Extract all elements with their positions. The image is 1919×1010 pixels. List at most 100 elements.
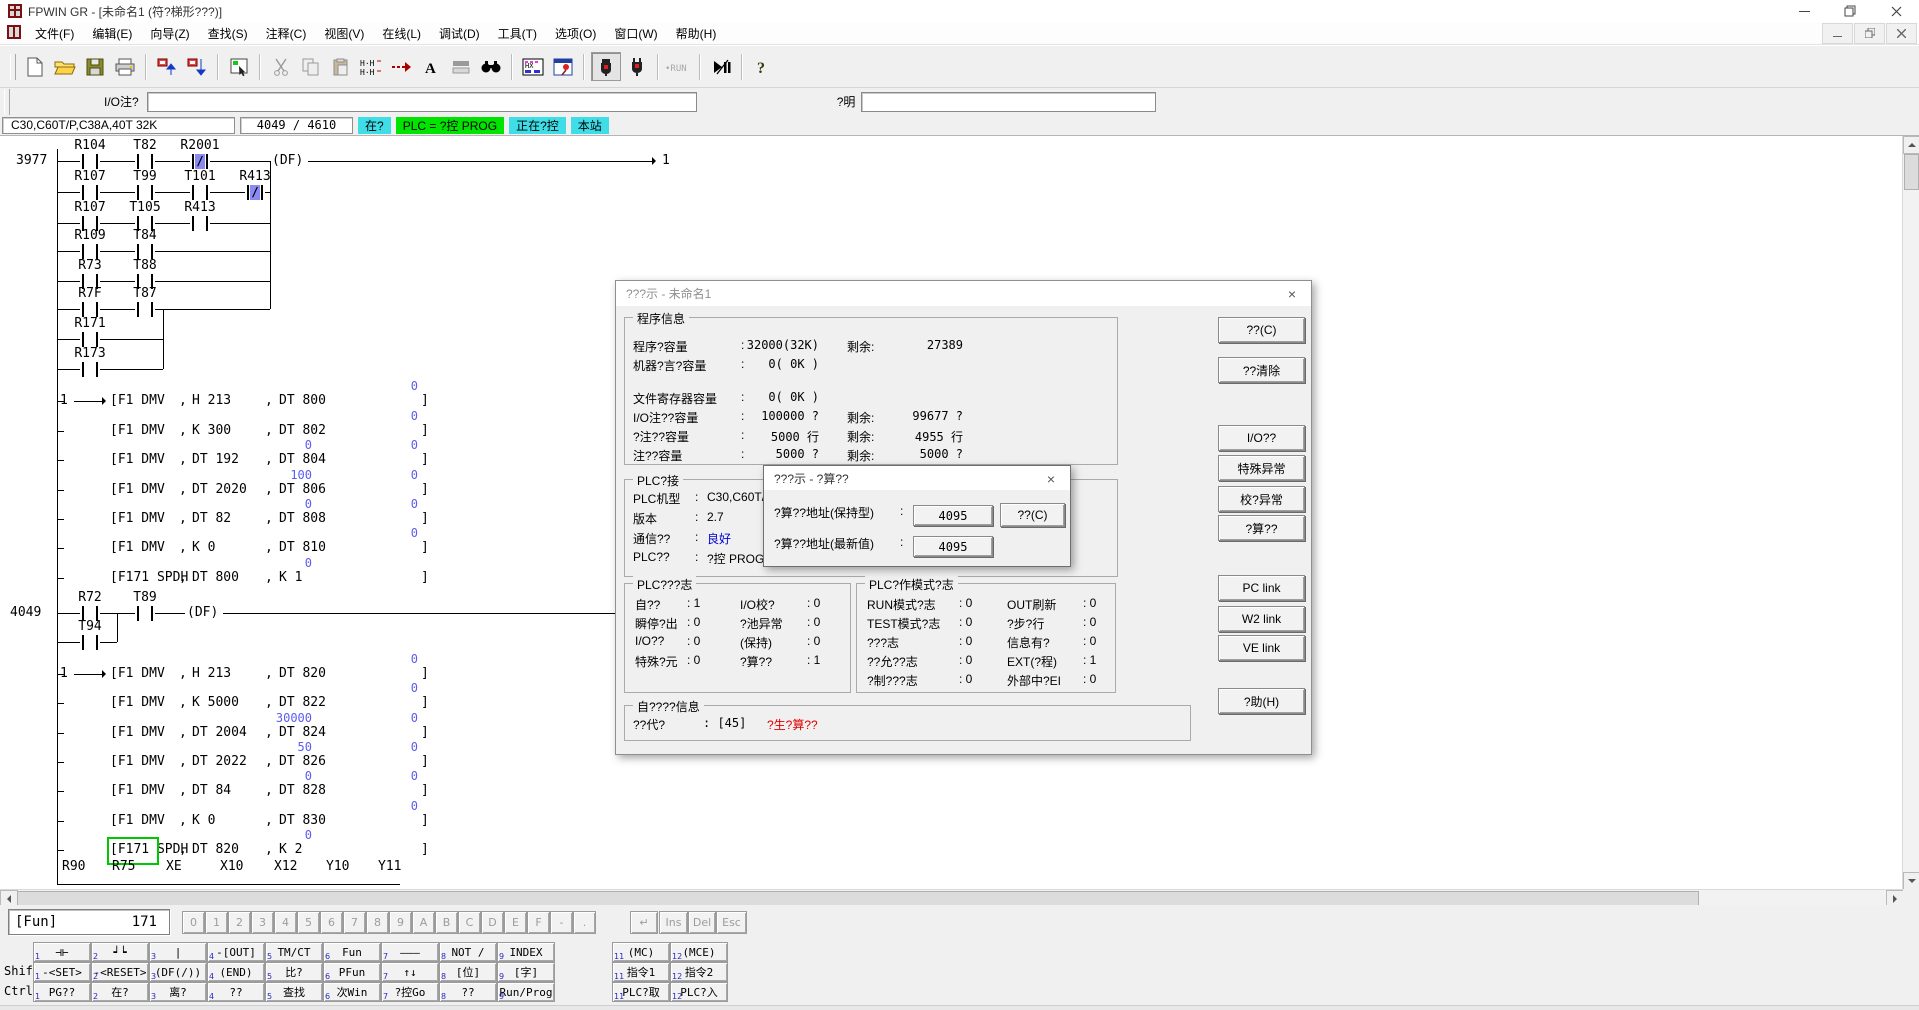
function-key[interactable]: 1-<SET> [33,962,91,982]
function-key[interactable]: 8NOT / [439,942,497,962]
mdi-close-button[interactable] [1886,23,1917,44]
function-key[interactable]: 12指令2 [670,962,728,982]
keypad-key[interactable]: 6 [320,911,343,934]
menu-item[interactable]: 向导(Z) [141,21,198,46]
contact[interactable]: T88 [119,258,171,273]
paste-icon[interactable] [327,53,355,80]
function-key[interactable]: 6Fun [323,942,381,962]
menu-item[interactable]: 注释(C) [257,21,316,46]
dialog-button[interactable]: ??清除 [1218,357,1305,383]
function-key[interactable]: 6PFun [323,962,381,982]
function-key[interactable]: 3(DF(/)) [149,962,207,982]
select-monitor-icon[interactable] [225,53,253,80]
function-key[interactable]: 2在? [91,982,149,1002]
contact[interactable]: T84 [119,228,171,243]
contact[interactable]: T101 [174,169,226,184]
contact[interactable]: R171 [64,316,116,331]
mdi-restore-button[interactable] [1854,23,1885,44]
keypad-key[interactable]: F [527,911,550,934]
contact[interactable]: R107 [64,200,116,215]
calc-error-dialog-titlebar[interactable]: ???示 - ?算?? × [764,466,1070,490]
keypad-key[interactable]: 9 [389,911,412,934]
contact[interactable]: T82 [119,138,171,153]
offline-mode-icon[interactable] [623,53,651,80]
edit-key[interactable]: Esc [716,911,747,934]
function-key[interactable]: 6次Win [323,982,381,1002]
device-monitor-icon[interactable]: HX [519,53,547,80]
fieldbar-grip[interactable] [4,89,10,115]
function-key[interactable]: 12PLC?入 [670,982,728,1002]
scroll-down-button[interactable] [1903,872,1919,890]
dialog-button[interactable]: VE link [1218,635,1305,661]
menu-item[interactable]: 工具(T) [489,21,546,46]
contact[interactable]: R173 [64,346,116,361]
menu-item[interactable]: 视图(V) [315,21,373,46]
keypad-key[interactable]: 5 [297,911,320,934]
monitor-window-icon[interactable] [549,53,577,80]
online-mode-icon[interactable] [591,52,621,81]
contact[interactable]: R72 [64,590,116,605]
contact[interactable]: R73 [64,258,116,273]
open-folder-icon[interactable] [51,53,79,80]
contact[interactable]: T89 [119,590,171,605]
menu-item[interactable]: 文件(F) [26,21,83,46]
function-key[interactable]: 8?? [439,982,497,1002]
dialog-button[interactable]: 校?异常 [1218,486,1305,512]
keypad-key[interactable]: 3 [251,911,274,934]
run-indicator-icon[interactable]: •RUN [665,53,693,80]
keypad-key[interactable]: - [550,911,573,934]
calc-address-button[interactable]: 4095 [913,505,993,526]
menu-item[interactable]: 编辑(E) [83,21,141,46]
function-key[interactable]: 4(END) [207,962,265,982]
dialog-button[interactable]: ?助(H) [1218,688,1305,714]
contact[interactable]: R107 [64,169,116,184]
function-key[interactable]: 5TM/CT [265,942,323,962]
keypad-key[interactable]: A [412,911,435,934]
keypad-key[interactable]: B [435,911,458,934]
edit-key[interactable]: Del [688,911,716,934]
menu-item[interactable]: 调试(D) [430,21,489,46]
vertical-scrollbar[interactable] [1902,136,1919,889]
function-key[interactable]: 8[位] [439,962,497,982]
menu-item[interactable]: 帮助(H) [667,21,726,46]
dialog-button[interactable]: W2 link [1218,606,1305,632]
function-key[interactable]: 7↑↓ [381,962,439,982]
contact[interactable]: R104 [64,138,116,153]
function-key[interactable]: 9Run/Prog [497,982,555,1002]
function-key[interactable]: 7——— [381,942,439,962]
entry-mode-box[interactable]: [Fun] 171 [8,909,170,935]
function-key[interactable]: 4-[OUT] [207,942,265,962]
dialog-button[interactable]: PC link [1218,575,1305,601]
menu-item[interactable]: 在线(L) [373,21,430,46]
dialog-button[interactable]: 特殊异常 [1218,455,1305,481]
function-key[interactable]: 2-<RESET> [91,962,149,982]
function-key[interactable]: 5比? [265,962,323,982]
jump-icon[interactable] [387,53,415,80]
function-key[interactable]: 2┙┕ [91,942,149,962]
keypad-key[interactable]: 8 [366,911,389,934]
keypad-key[interactable]: 2 [228,911,251,934]
description-input[interactable] [861,92,1156,112]
function-key[interactable]: 5查找 [265,982,323,1002]
download-program-icon[interactable] [183,53,211,80]
contact[interactable]: T99 [119,169,171,184]
mdi-minimize-button[interactable] [1822,23,1853,44]
function-key[interactable]: 9[字] [497,962,555,982]
save-icon[interactable] [81,53,109,80]
contact[interactable]: R7F [64,286,116,301]
contact[interactable]: T105 [119,200,171,215]
function-key[interactable]: 3离? [149,982,207,1002]
edit-key[interactable]: Ins [659,911,688,934]
help-icon[interactable]: ? [749,53,777,80]
function-key[interactable]: 9INDEX [497,942,555,962]
block-select-icon[interactable] [447,53,475,80]
contact[interactable]: R109 [64,228,116,243]
cut-icon[interactable] [267,53,295,80]
contact[interactable]: R413 [174,200,226,215]
keypad-key[interactable]: E [504,911,527,934]
keypad-key[interactable]: C [458,911,481,934]
keypad-key[interactable]: 7 [343,911,366,934]
function-key[interactable]: 1PG?? [33,982,91,1002]
function-key[interactable]: 3| [149,942,207,962]
function-key[interactable]: 1⊣⊢ [33,942,91,962]
